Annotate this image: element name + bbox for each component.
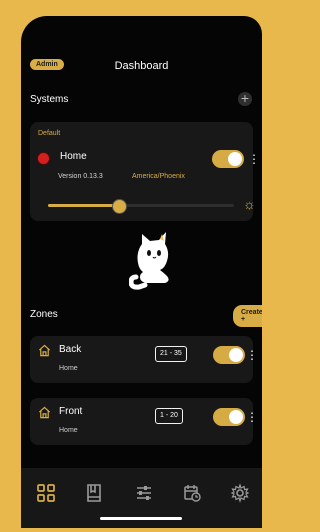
sun-icon[interactable]: ☼ xyxy=(243,196,256,212)
add-system-button[interactable]: + xyxy=(238,91,252,106)
header: Admin Dashboard xyxy=(21,56,262,78)
brightness-slider[interactable] xyxy=(48,199,234,214)
sliders-icon[interactable] xyxy=(134,483,154,503)
gear-icon[interactable] xyxy=(230,483,250,503)
zone-system: Home xyxy=(59,365,78,372)
brightness-slider-handle[interactable] xyxy=(111,199,127,214)
book-icon[interactable] xyxy=(84,483,104,503)
toggle-knob xyxy=(228,152,242,166)
system-enabled-toggle[interactable] xyxy=(212,150,244,168)
system-version: Version 0.13.3 xyxy=(58,173,103,180)
zones-section-title: Zones xyxy=(30,309,58,320)
grid-icon[interactable] xyxy=(36,483,56,503)
system-card[interactable]: Default Home Version 0.13.3 America/Phoe… xyxy=(30,122,260,221)
calendar-clock-icon[interactable] xyxy=(182,483,202,503)
systems-section-title: Systems xyxy=(30,94,69,105)
toggle-knob xyxy=(229,410,243,424)
system-timezone: America/Phoenix xyxy=(132,173,185,180)
cat-illustration xyxy=(129,232,169,290)
red-record-icon xyxy=(38,153,49,164)
brightness-slider-fill xyxy=(48,204,119,207)
toggle-knob xyxy=(229,348,243,362)
create-zone-button[interactable]: Create + xyxy=(233,305,262,327)
default-label: Default xyxy=(38,130,61,137)
home-icon xyxy=(38,344,51,357)
zone-menu-icon[interactable]: ⋮ xyxy=(246,349,258,361)
home-indicator xyxy=(100,517,182,520)
bottom-tab-bar xyxy=(21,468,262,528)
zone-name: Front xyxy=(59,406,83,417)
zone-system: Home xyxy=(59,427,78,434)
page-title: Dashboard xyxy=(114,60,169,72)
system-menu-icon[interactable]: ⋮ xyxy=(248,153,260,165)
system-name: Home xyxy=(60,151,87,162)
app-screen: Admin Dashboard Systems + Default Home V… xyxy=(21,16,262,528)
zone-enabled-toggle[interactable] xyxy=(213,408,245,426)
zone-card-back[interactable]: Back Home 21 - 35 ⋮ xyxy=(30,336,258,383)
zone-range: 1 - 20 xyxy=(155,408,183,424)
zone-name: Back xyxy=(59,344,82,355)
zone-range: 21 - 35 xyxy=(155,346,187,362)
home-icon xyxy=(38,406,51,419)
zone-menu-icon[interactable]: ⋮ xyxy=(246,411,258,423)
zone-card-front[interactable]: Front Home 1 - 20 ⋮ xyxy=(30,398,258,445)
zone-enabled-toggle[interactable] xyxy=(213,346,245,364)
